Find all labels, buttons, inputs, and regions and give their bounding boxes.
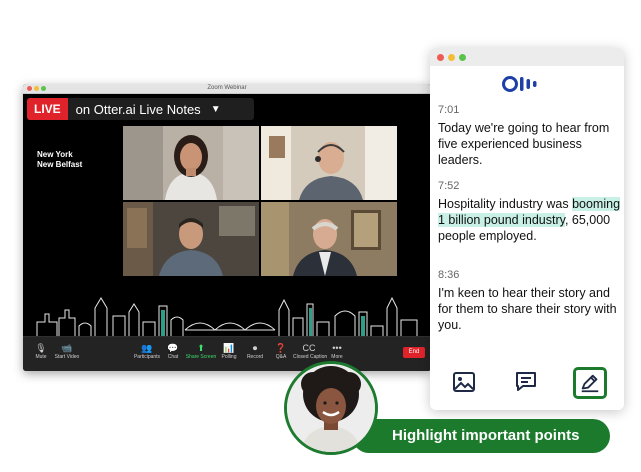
entry-timestamp: 7:01: [438, 104, 460, 116]
video-tile-participant-2[interactable]: [261, 126, 397, 200]
live-badge: LIVE: [27, 98, 68, 120]
minimize-dot[interactable]: [448, 54, 455, 61]
caret-down-icon[interactable]: ▼: [211, 104, 221, 115]
video-grid: [123, 126, 397, 277]
zoom-webinar-window: Zoom Webinar LIVE on Otter.ai Live Notes…: [23, 84, 431, 371]
highlight-pen-icon: [581, 374, 599, 393]
toolbar-more[interactable]: ••• More: [321, 342, 353, 361]
image-icon[interactable]: [452, 370, 476, 394]
entry-text: Hospitality industry was booming 1 billi…: [438, 197, 621, 243]
highlight-button[interactable]: [573, 367, 607, 399]
transcript-entry[interactable]: 8:36 I'm keen to hear their story and fo…: [438, 269, 622, 333]
avatar: [284, 361, 378, 455]
close-dot[interactable]: [437, 54, 444, 61]
end-button[interactable]: End: [403, 347, 425, 358]
video-tile-participant-3[interactable]: [123, 202, 259, 276]
otter-logo-icon: [502, 76, 537, 92]
video-tile-participant-4[interactable]: [261, 202, 397, 276]
person-avatar-image: [287, 364, 375, 452]
city-skyline-illustration: [35, 296, 419, 338]
live-title: on Otter.ai Live Notes: [75, 101, 201, 117]
more-icon: •••: [332, 343, 342, 353]
comment-icon[interactable]: [514, 370, 538, 394]
entry-timestamp: 8:36: [438, 269, 460, 281]
callout-label: Highlight important points: [392, 427, 580, 444]
webinar-stage: LIVE on Otter.ai Live Notes ▼ New York N…: [23, 94, 431, 338]
entry-text: I'm keen to hear their story and for the…: [438, 286, 617, 332]
toolbar-start-video[interactable]: 📹 Start Video: [51, 342, 83, 361]
video-tile-participant-1[interactable]: [123, 126, 259, 200]
highlight-callout: Highlight important points: [352, 419, 610, 453]
transcript-entry[interactable]: 7:52 Hospitality industry was booming 1 …: [438, 180, 622, 244]
zoom-titlebar: Zoom Webinar: [23, 84, 431, 94]
maximize-dot[interactable]: [459, 54, 466, 61]
city-label: New York New Belfast: [37, 150, 82, 170]
zoom-toolbar: 🎙 Mute 📹 Start Video 👥 Participants 💬 Ch…: [23, 336, 431, 371]
city-line-2: New Belfast: [37, 160, 83, 169]
entry-text: Today we're going to hear from five expe…: [438, 121, 610, 167]
city-line-1: New York: [37, 150, 73, 159]
entry-timestamp: 7:52: [438, 180, 460, 192]
otter-titlebar: [430, 48, 624, 66]
live-banner[interactable]: LIVE on Otter.ai Live Notes ▼: [27, 98, 254, 120]
video-icon: 📹: [61, 343, 73, 353]
zoom-window-title: Zoom Webinar: [207, 85, 247, 91]
transcript-entry[interactable]: 7:01 Today we're going to hear from five…: [438, 104, 622, 168]
otter-notes-panel: 7:01 Today we're going to hear from five…: [430, 48, 624, 410]
